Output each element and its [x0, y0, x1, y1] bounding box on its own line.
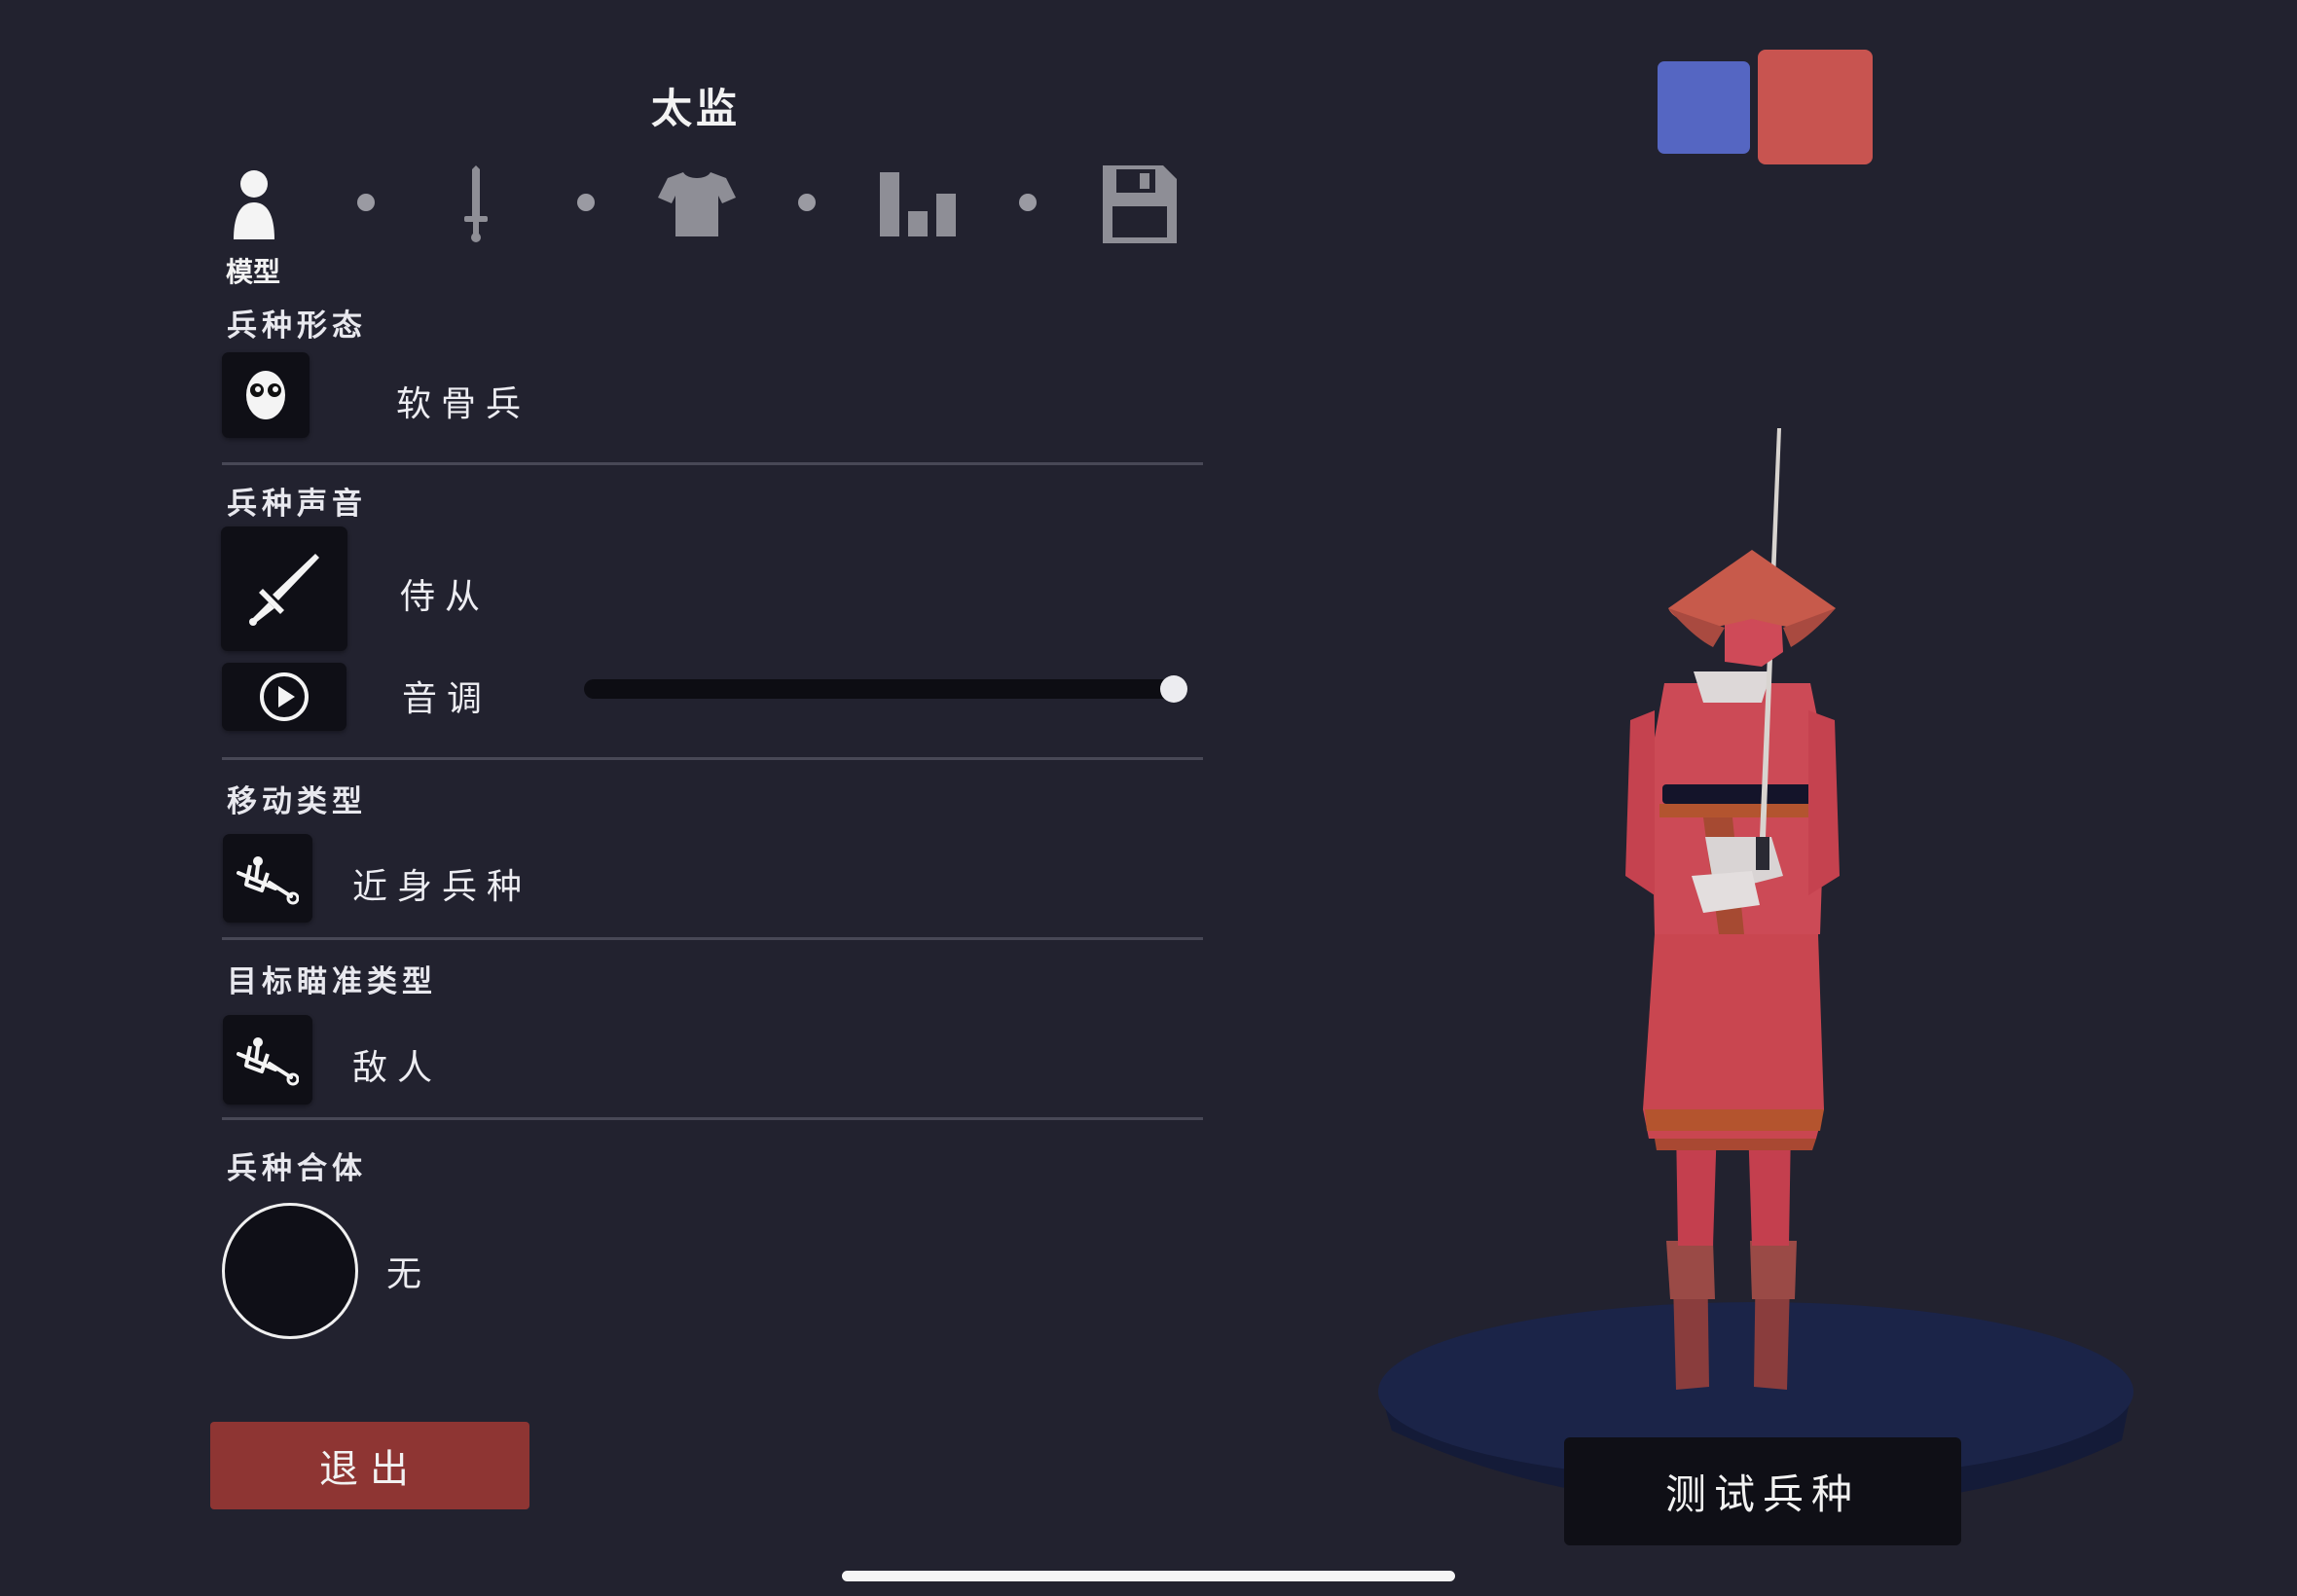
sword-icon: [464, 165, 488, 242]
unit-form-value: 软骨兵: [396, 384, 531, 424]
team-red-swatch[interactable]: [1758, 50, 1873, 164]
pitch-label: 音调: [402, 679, 492, 719]
movement-value: 近身兵种: [352, 867, 532, 907]
tab-separator-dot: [577, 194, 595, 211]
play-icon: [260, 672, 309, 721]
unit-form-button[interactable]: [222, 352, 310, 438]
tab-save[interactable]: [1096, 161, 1184, 248]
team-blue-swatch[interactable]: [1658, 61, 1750, 154]
section-label-unit-voice: 兵种声音: [227, 487, 367, 522]
tab-model[interactable]: [210, 161, 298, 248]
combination-slot[interactable]: [222, 1203, 358, 1339]
movement-button[interactable]: [223, 834, 312, 923]
divider: [222, 757, 1203, 760]
pitch-slider[interactable]: [584, 679, 1187, 699]
straw-hat: [1668, 550, 1836, 628]
tab-separator-dot: [357, 194, 375, 211]
section-label-movement: 移动类型: [227, 784, 367, 819]
unit-voice-value: 侍从: [400, 577, 491, 617]
divider: [222, 462, 1203, 465]
home-indicator[interactable]: [842, 1571, 1455, 1581]
tab-model-label: 模型: [226, 256, 281, 288]
tab-weapons[interactable]: [432, 161, 520, 248]
section-label-combination: 兵种合体: [227, 1151, 367, 1186]
target-icon: [237, 1037, 299, 1086]
section-label-targeting: 目标瞄准类型: [227, 964, 437, 999]
tab-separator-dot: [798, 194, 816, 211]
unit-name-title: 太监: [650, 85, 741, 132]
section-label-unit-form: 兵种形态: [227, 308, 367, 344]
tab-clothing[interactable]: [653, 161, 741, 248]
tab-separator-dot: [1019, 194, 1037, 211]
test-unit-button[interactable]: 测试兵种: [1564, 1437, 1961, 1545]
divider: [222, 937, 1203, 940]
combination-value: 无: [386, 1254, 432, 1294]
face-icon: [246, 371, 285, 419]
divider: [222, 1117, 1203, 1120]
play-voice-button[interactable]: [222, 663, 346, 731]
person-icon: [234, 170, 274, 239]
melee-icon: [237, 855, 299, 904]
tab-stats[interactable]: [874, 161, 962, 248]
unit-preview[interactable]: [1363, 428, 2141, 1538]
save-icon: [1103, 165, 1177, 243]
stats-icon: [880, 172, 956, 236]
shirt-icon: [658, 172, 736, 236]
unit-voice-button[interactable]: [221, 526, 347, 651]
exit-button[interactable]: 退出: [210, 1422, 529, 1509]
targeting-button[interactable]: [223, 1015, 312, 1105]
targeting-value: 敌人: [352, 1048, 443, 1088]
pitch-slider-knob[interactable]: [1160, 675, 1187, 703]
sword-icon: [249, 554, 319, 626]
